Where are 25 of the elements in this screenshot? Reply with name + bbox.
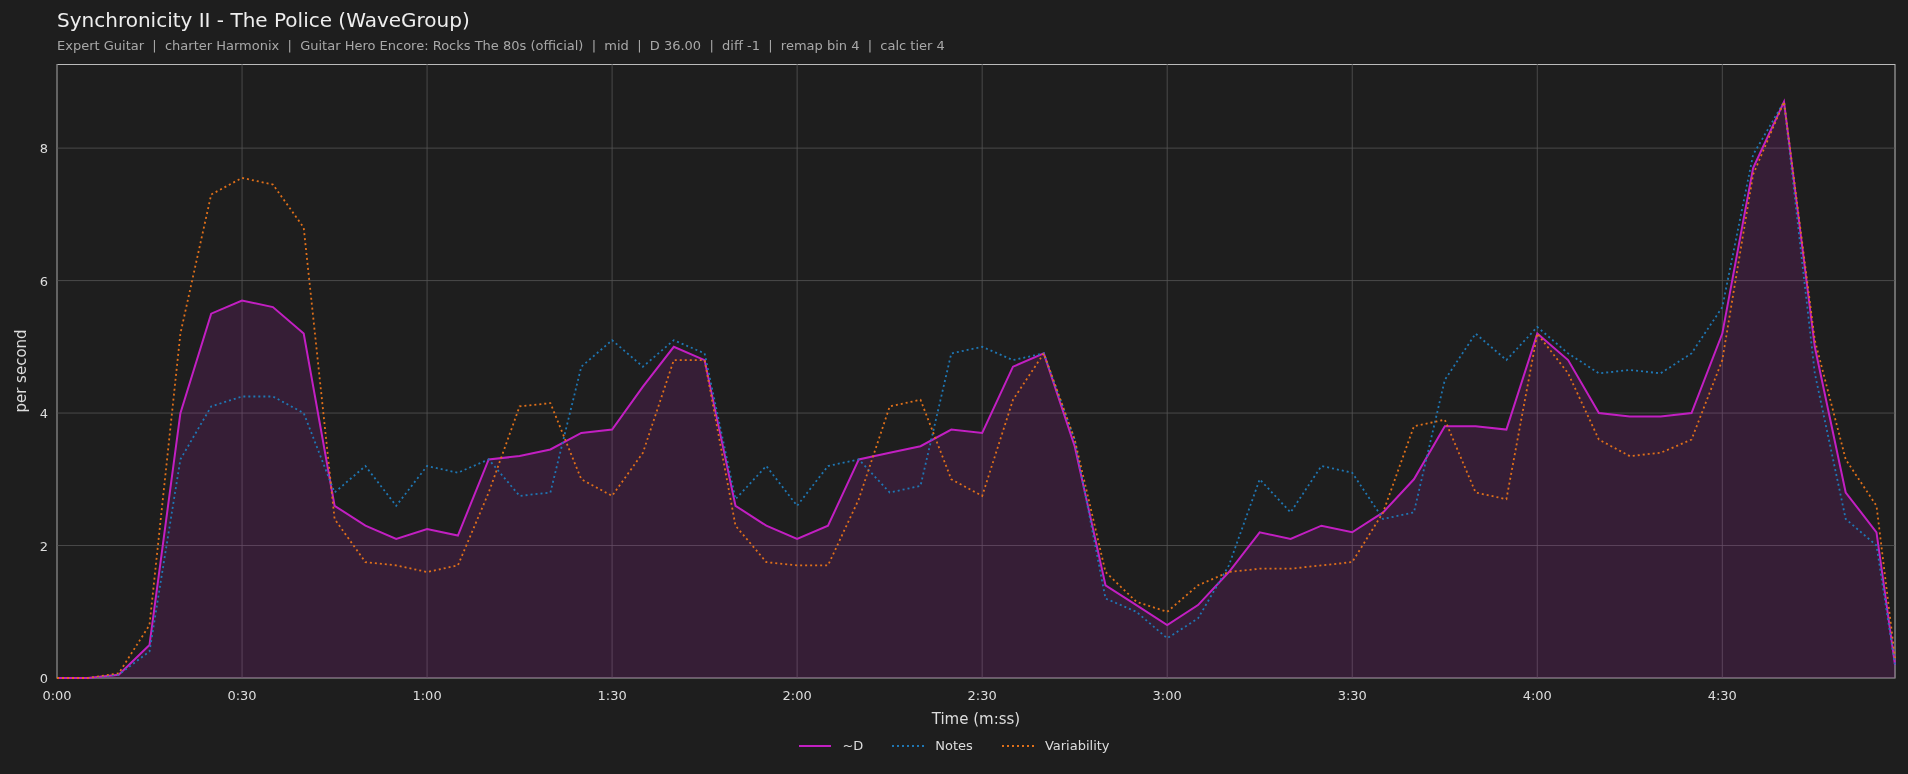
legend-label: ~D <box>842 737 864 755</box>
x-tick-label: 3:00 <box>1152 688 1182 703</box>
y-tick-label: 2 <box>39 538 48 554</box>
legend-line-icon <box>1000 743 1035 748</box>
x-tick-label: 3:30 <box>1337 688 1367 703</box>
x-tick-label: 0:30 <box>227 688 257 703</box>
legend-label: Notes <box>935 737 973 755</box>
chart-title: Synchronicity II - The Police (WaveGroup) <box>57 8 470 32</box>
x-axis-label: Time (m:ss) <box>931 710 1021 728</box>
x-tick-label: 2:30 <box>967 688 997 703</box>
x-tick-label: 4:00 <box>1522 688 1552 703</box>
x-tick-label: 0:00 <box>42 688 72 703</box>
x-tick-label: 1:00 <box>412 688 442 703</box>
legend-line-icon <box>798 743 833 748</box>
x-tick-label: 1:30 <box>597 688 627 703</box>
legend-label: Variability <box>1044 737 1110 755</box>
chart-subtitle: Expert Guitar | charter Harmonix | Guitar Hero Encore: Rocks The 80s (official) | mid | D 36.00 | diff -1 | remap bin 4 | calc tier 4 <box>57 38 945 54</box>
y-axis-label: per second <box>12 329 30 413</box>
y-tick-label: 4 <box>39 406 48 422</box>
y-tick-label: 6 <box>39 273 48 289</box>
y-tick-label: 8 <box>39 141 48 157</box>
y-tick-label: 0 <box>39 671 48 686</box>
x-tick-label: 2:00 <box>782 688 812 703</box>
x-tick-label: 4:30 <box>1707 688 1737 703</box>
legend-line-icon <box>891 743 926 748</box>
